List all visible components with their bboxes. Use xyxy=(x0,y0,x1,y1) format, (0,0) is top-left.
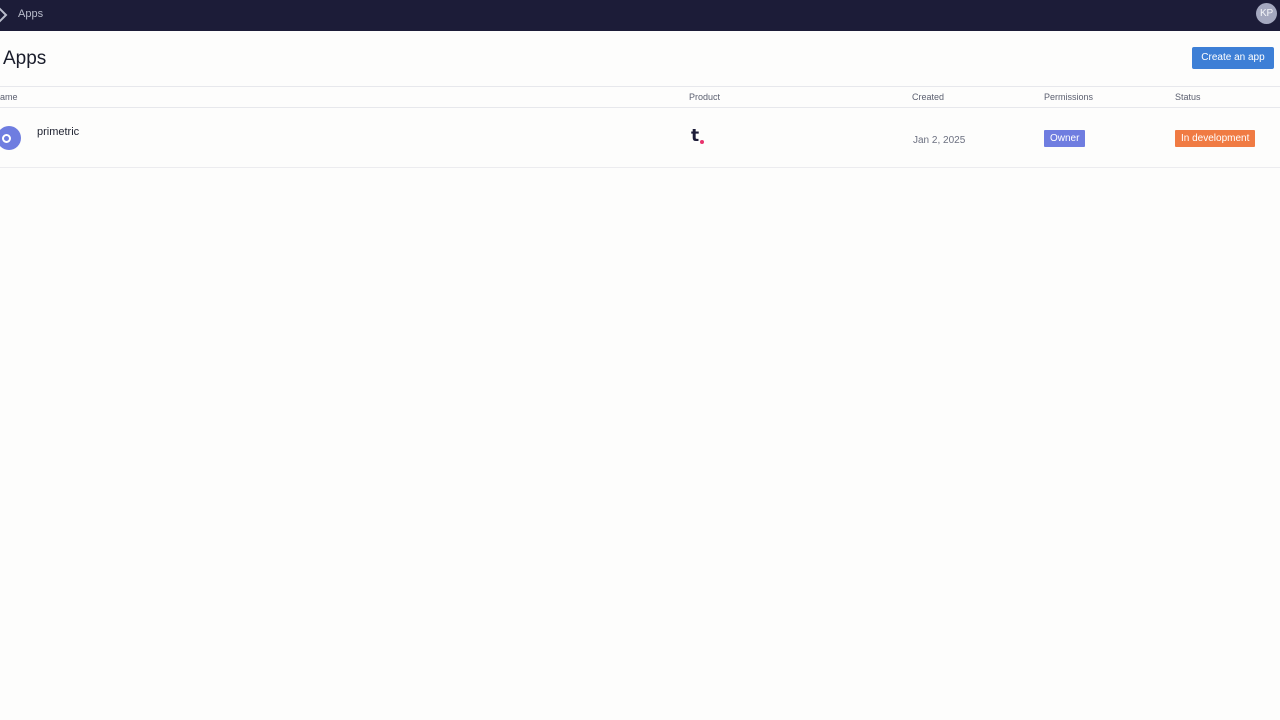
status-badge: In development xyxy=(1175,130,1256,147)
apps-table: ame Product Created Permissions Status p… xyxy=(0,86,1280,168)
created-date: Jan 2, 2025 xyxy=(913,135,966,146)
app-name[interactable]: primetric xyxy=(37,126,79,138)
column-header-product[interactable]: Product xyxy=(689,92,720,102)
column-header-permissions[interactable]: Permissions xyxy=(1044,92,1093,102)
column-header-created[interactable]: Created xyxy=(912,92,944,102)
permission-badge: Owner xyxy=(1044,130,1086,147)
table-header: ame Product Created Permissions Status xyxy=(0,86,1280,108)
top-navbar: Apps KP xyxy=(0,0,1280,31)
column-header-name[interactable]: ame xyxy=(0,92,18,102)
product-t-logo-icon: t xyxy=(691,126,707,146)
app-avatar-icon xyxy=(0,126,21,150)
page-title: Apps xyxy=(3,48,47,69)
user-avatar[interactable]: KP xyxy=(1256,3,1277,24)
table-row[interactable]: primetric t Jan 2, 2025 Owner In develop… xyxy=(0,108,1280,168)
breadcrumb-apps[interactable]: Apps xyxy=(18,8,43,20)
column-header-status[interactable]: Status xyxy=(1175,92,1201,102)
app-logo-icon[interactable] xyxy=(0,5,10,25)
create-app-button[interactable]: Create an app xyxy=(1192,47,1274,69)
